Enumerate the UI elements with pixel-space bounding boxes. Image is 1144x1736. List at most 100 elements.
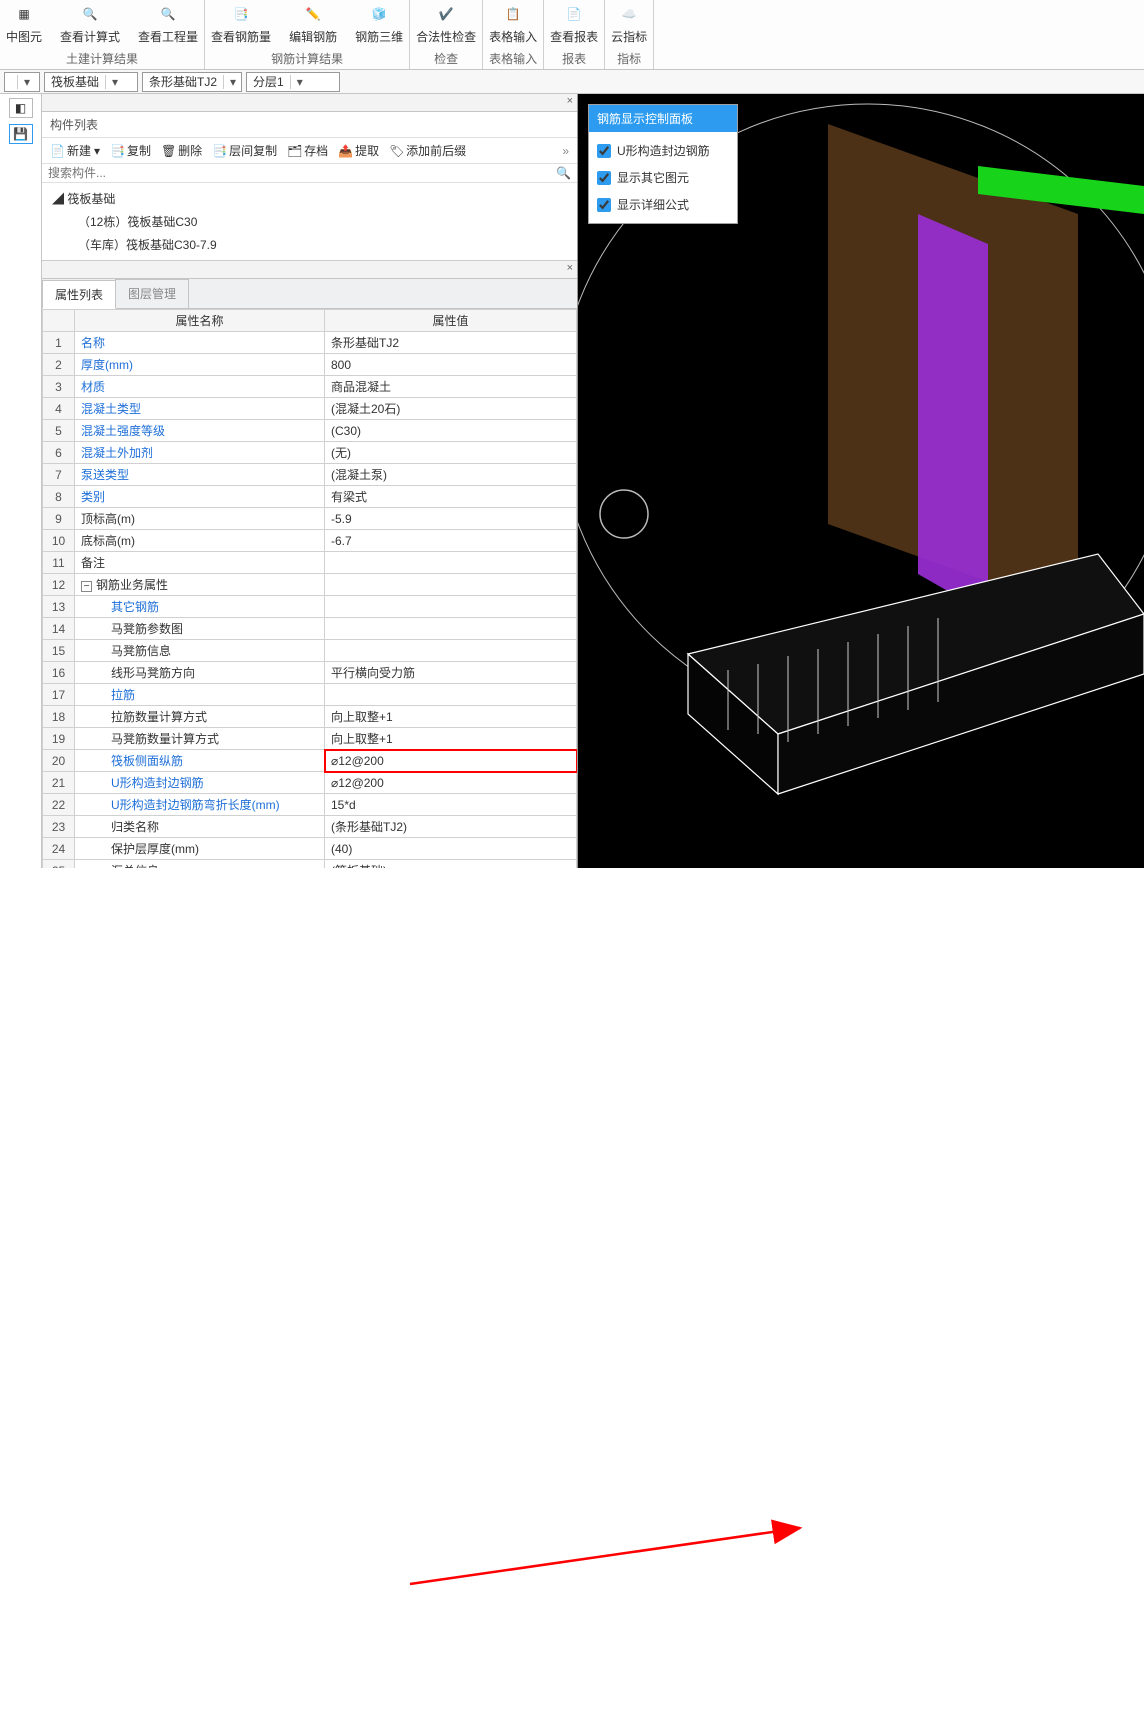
prop-value[interactable]	[325, 684, 577, 706]
prop-value[interactable]: 15*d	[325, 794, 577, 816]
viewport-3d[interactable]: 钢筋显示控制面板 U形构造封边钢筋 显示其它图元 显示详细公式	[578, 94, 1144, 868]
combo-category[interactable]: 筏板基础▾	[44, 72, 138, 92]
prop-value[interactable]	[325, 640, 577, 662]
table-row[interactable]: 19马凳筋数量计算方式向上取整+1	[43, 728, 577, 750]
rib-midel[interactable]: ▦中图元	[6, 2, 42, 45]
rib-rebar-qty[interactable]: 📑查看钢筋量	[211, 2, 271, 45]
search-input[interactable]	[48, 166, 556, 180]
check-icon: ✔️	[434, 2, 458, 26]
tree-root[interactable]: ◢ 筏板基础	[42, 187, 577, 210]
prop-value[interactable]: (无)	[325, 442, 577, 464]
table-row[interactable]: 8类别有梁式	[43, 486, 577, 508]
table-row[interactable]: 5混凝土强度等级(C30)	[43, 420, 577, 442]
combo-component[interactable]: 条形基础TJ2▾	[142, 72, 242, 92]
prop-value[interactable]	[325, 574, 577, 596]
checkbox[interactable]	[597, 198, 611, 212]
opt-u-rebar[interactable]: U形构造封边钢筋	[597, 142, 729, 159]
row-num: 10	[43, 530, 75, 552]
prop-value[interactable]: (条形基础TJ2)	[325, 816, 577, 838]
rib-cloud[interactable]: ☁️云指标	[611, 2, 647, 45]
prop-value[interactable]: (混凝土20石)	[325, 398, 577, 420]
tree-item-1[interactable]: （12栋）筏板基础C30	[42, 210, 577, 233]
rib-qty[interactable]: 🔍查看工程量	[138, 2, 198, 45]
table-row[interactable]: 12−钢筋业务属性	[43, 574, 577, 596]
col-name: 属性名称	[75, 310, 325, 332]
rib-edit-rebar[interactable]: ✏️编辑钢筋	[289, 2, 337, 45]
table-row[interactable]: 9顶标高(m)-5.9	[43, 508, 577, 530]
table-row[interactable]: 23归类名称(条形基础TJ2)	[43, 816, 577, 838]
combo-layer[interactable]: 分层1▾	[246, 72, 340, 92]
prop-value[interactable]: 向上取整+1	[325, 728, 577, 750]
table-row[interactable]: 24保护层厚度(mm)(40)	[43, 838, 577, 860]
table-row[interactable]: 3材质商品混凝土	[43, 376, 577, 398]
table-row[interactable]: 16线形马凳筋方向平行横向受力筋	[43, 662, 577, 684]
prop-value[interactable]: 向上取整+1	[325, 706, 577, 728]
table-row[interactable]: 6混凝土外加剂(无)	[43, 442, 577, 464]
new-button[interactable]: 📄新建 ▾	[50, 142, 100, 159]
tree-item-2[interactable]: （车库）筏板基础C30-7.9	[42, 233, 577, 256]
prop-value[interactable]: 商品混凝土	[325, 376, 577, 398]
table-row[interactable]: 22U形构造封边钢筋弯折长度(mm)15*d	[43, 794, 577, 816]
prop-value[interactable]: 平行横向受力筋	[325, 662, 577, 684]
checkbox[interactable]	[597, 171, 611, 185]
rib-validate[interactable]: ✔️合法性检查	[416, 2, 476, 45]
close-icon[interactable]: ×	[567, 95, 573, 107]
rail-btn-1[interactable]: ◧	[9, 98, 33, 118]
row-num: 15	[43, 640, 75, 662]
tab-layers[interactable]: 图层管理	[115, 279, 189, 308]
search-icon[interactable]: 🔍	[556, 166, 571, 180]
table-row[interactable]: 7泵送类型(混凝土泵)	[43, 464, 577, 486]
table-row[interactable]: 14马凳筋参数图	[43, 618, 577, 640]
rib-report[interactable]: 📄查看报表	[550, 2, 598, 45]
prop-value[interactable]: (筏板基础)	[325, 860, 577, 869]
table-row[interactable]: 10底标高(m)-6.7	[43, 530, 577, 552]
extract-button[interactable]: 📤提取	[338, 142, 379, 159]
group-label: 土建计算结果	[66, 46, 138, 67]
table-row[interactable]: 1名称条形基础TJ2	[43, 332, 577, 354]
table-row[interactable]: 25汇总信息(筏板基础)	[43, 860, 577, 869]
prop-value[interactable]: (40)	[325, 838, 577, 860]
rail-btn-2[interactable]: 💾	[9, 124, 33, 144]
panel-head-mid: ×	[42, 261, 577, 279]
ribbon-bar: ▦中图元 🔍查看计算式 🔍查看工程量 土建计算结果 📑查看钢筋量 ✏️编辑钢筋 …	[0, 0, 1144, 70]
rib-rebar3d[interactable]: 🧊钢筋三维	[355, 2, 403, 45]
table-row[interactable]: 21U形构造封边钢筋⌀12@200	[43, 772, 577, 794]
opt-formula[interactable]: 显示详细公式	[597, 196, 729, 213]
prop-value[interactable]: ⌀12@200	[325, 772, 577, 794]
table-row[interactable]: 18拉筋数量计算方式向上取整+1	[43, 706, 577, 728]
table-row[interactable]: 4混凝土类型(混凝土20石)	[43, 398, 577, 420]
table-row[interactable]: 15马凳筋信息	[43, 640, 577, 662]
stash-button[interactable]: 🗂存档	[287, 142, 328, 159]
property-table-wrap: 属性名称 属性值 1名称条形基础TJ22厚度(mm)8003材质商品混凝土4混凝…	[42, 309, 577, 868]
prop-value[interactable]: -5.9	[325, 508, 577, 530]
table-row[interactable]: 11备注	[43, 552, 577, 574]
checkbox[interactable]	[597, 144, 611, 158]
toolbar-more[interactable]: »	[562, 144, 569, 158]
rib-table-input[interactable]: 📋表格输入	[489, 2, 537, 45]
prop-value[interactable]: 800	[325, 354, 577, 376]
delete-button[interactable]: 🗑删除	[161, 142, 202, 159]
copy-button[interactable]: 📑复制	[110, 142, 151, 159]
rib-formula[interactable]: 🔍查看计算式	[60, 2, 120, 45]
prop-value[interactable]: -6.7	[325, 530, 577, 552]
close-icon[interactable]: ×	[567, 262, 573, 274]
prop-value[interactable]: (混凝土泵)	[325, 464, 577, 486]
prop-value[interactable]	[325, 552, 577, 574]
ribbon-group-table: 📋表格输入 表格输入	[483, 0, 544, 69]
prop-value[interactable]: ⌀12@200	[325, 750, 577, 772]
layer-copy-button[interactable]: 📑层间复制	[212, 142, 277, 159]
prop-value[interactable]: 有梁式	[325, 486, 577, 508]
affix-button[interactable]: 🏷添加前后缀	[389, 142, 466, 159]
prop-value[interactable]	[325, 618, 577, 640]
table-row[interactable]: 2厚度(mm)800	[43, 354, 577, 376]
opt-other[interactable]: 显示其它图元	[597, 169, 729, 186]
tab-properties[interactable]: 属性列表	[42, 280, 116, 309]
prop-value[interactable]	[325, 596, 577, 618]
prop-value[interactable]: 条形基础TJ2	[325, 332, 577, 354]
ribbon-group-rebar: 📑查看钢筋量 ✏️编辑钢筋 🧊钢筋三维 钢筋计算结果	[205, 0, 410, 69]
combo-blank[interactable]: ▾	[4, 72, 40, 92]
table-row[interactable]: 13其它钢筋	[43, 596, 577, 618]
prop-value[interactable]: (C30)	[325, 420, 577, 442]
table-row[interactable]: 17拉筋	[43, 684, 577, 706]
table-row[interactable]: 20筏板侧面纵筋⌀12@200	[43, 750, 577, 772]
